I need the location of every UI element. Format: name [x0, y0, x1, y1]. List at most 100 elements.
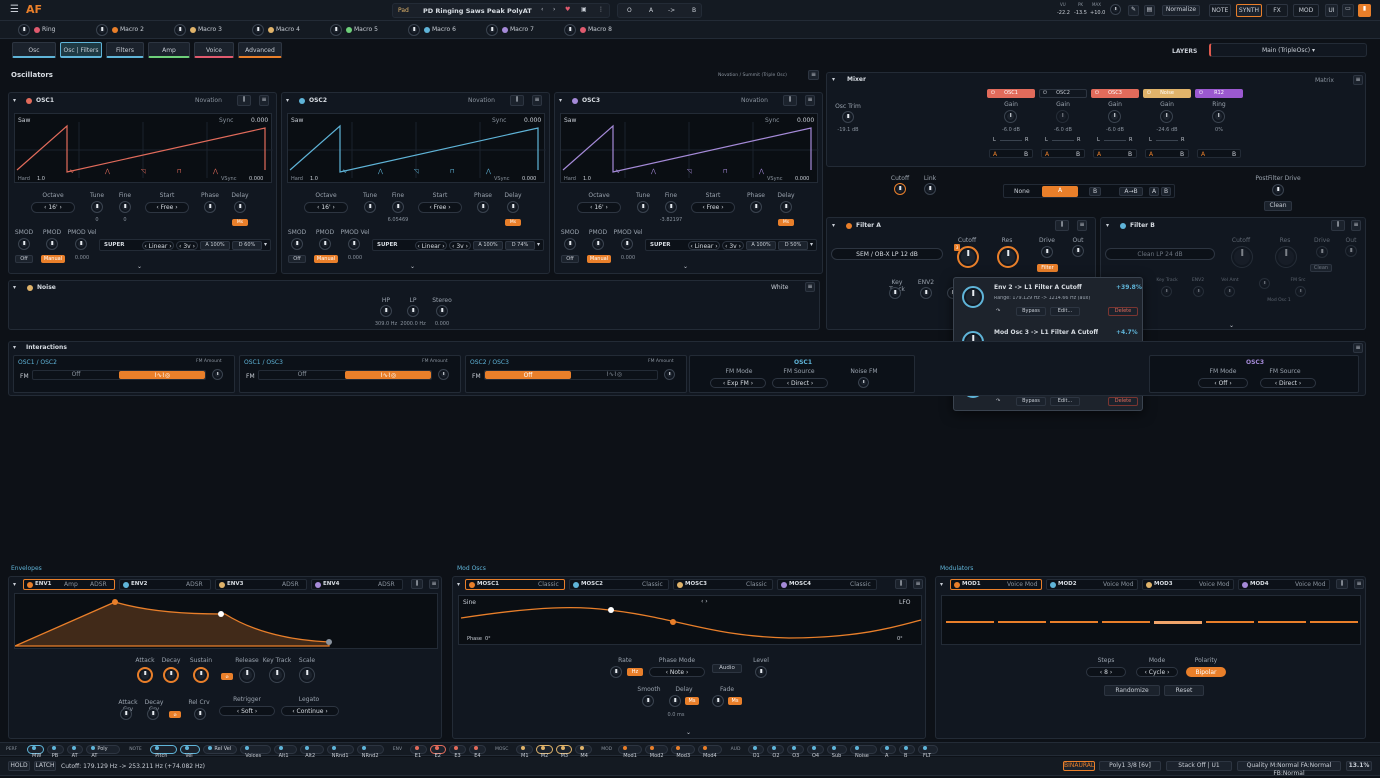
macro-label[interactable]: Macro 6	[432, 26, 456, 33]
power-icon[interactable]: ⏻	[1199, 90, 1203, 98]
power-icon[interactable]: ⏻	[1043, 90, 1047, 98]
osc-super-amount[interactable]: A 100%	[473, 241, 503, 250]
power-icon[interactable]: ⏻	[991, 90, 995, 98]
fm-amount-knob[interactable]	[438, 369, 449, 380]
macro-label[interactable]: Macro 8	[588, 26, 612, 33]
macro-knob[interactable]	[408, 24, 420, 36]
oscillators-menu-icon[interactable]: ≡	[808, 70, 819, 80]
mosc-tab[interactable]: MOSC4 Classic	[777, 579, 877, 590]
tab-amp[interactable]: Amp	[148, 42, 190, 58]
osc-shape-icon[interactable]: ◹	[141, 168, 146, 175]
filter-b-type[interactable]: Clean LP 24 dB	[1105, 248, 1215, 260]
env-attack-knob[interactable]	[137, 667, 153, 683]
env-sustain-toggle[interactable]: ⊘	[221, 673, 233, 680]
osc-shape-icon[interactable]: ⋀	[105, 168, 110, 175]
env-scale-knob[interactable]	[299, 667, 315, 683]
modbar-source-vel[interactable]: Vel	[180, 745, 201, 759]
macro-knob[interactable]	[18, 24, 30, 36]
note-button[interactable]: NOTE	[1209, 4, 1231, 17]
env-keytrack-knob[interactable]	[269, 667, 285, 683]
osc-pmod-manual[interactable]: Manual	[587, 255, 611, 263]
osc3-fm-mode[interactable]: ‹ Off ›	[1198, 378, 1248, 388]
master-volume-knob[interactable]	[1110, 4, 1121, 15]
modbar-source-m1[interactable]: M1	[516, 745, 533, 759]
osc-delay-ms[interactable]: Ms	[778, 219, 794, 226]
modbar-source-poly-at[interactable]: Poly AT	[86, 745, 121, 759]
osc-shape-icon[interactable]: ⊓	[177, 168, 182, 175]
fx-button[interactable]: FX	[1266, 4, 1288, 17]
menu-icon[interactable]: ☰	[10, 4, 19, 15]
macro-knob[interactable]	[174, 24, 186, 36]
modbar-source-mod4[interactable]: Mod4	[698, 745, 722, 759]
osc-fine-knob[interactable]	[392, 201, 404, 213]
osc-expand-icon[interactable]: ⌄	[683, 263, 688, 270]
postfilter-clean[interactable]: Clean	[1264, 201, 1292, 211]
osc-expand-icon[interactable]: ⌄	[410, 263, 415, 270]
mixer-gain-knob[interactable]	[1004, 110, 1017, 123]
mod-reset-button[interactable]: Reset	[1164, 685, 1204, 696]
next-preset-icon[interactable]: ›	[553, 6, 555, 13]
mixer-channel-header[interactable]: ⏻ Noise	[1143, 89, 1191, 98]
fm-amount-knob[interactable]	[664, 369, 675, 380]
mod-step[interactable]	[1310, 621, 1358, 623]
quality-status[interactable]: Quality M:Normal FA:Normal FB:Normal	[1237, 761, 1341, 777]
fm-toggle[interactable]: Off ⌇∿⌇◎	[258, 370, 432, 380]
osc-collapse-icon[interactable]: ▾	[13, 97, 16, 104]
tab-voice[interactable]: Voice	[194, 42, 234, 58]
filter-a-out-knob[interactable]	[1072, 245, 1084, 257]
osc-mode[interactable]: Novation	[468, 97, 495, 104]
modbar-source-pb[interactable]: PB	[46, 745, 64, 759]
osc3-fm-source[interactable]: ‹ Direct ›	[1260, 378, 1316, 388]
osc-collapse-icon[interactable]: ▾	[286, 97, 289, 104]
noise-menu-icon[interactable]: ≡	[805, 282, 815, 292]
zoom-level[interactable]: 13.1%	[1346, 761, 1372, 771]
env-collapse-icon[interactable]: ▾	[13, 581, 16, 588]
latch-button[interactable]: LATCH	[34, 761, 56, 771]
mod-tab[interactable]: MOD1 Voice Mod	[950, 579, 1042, 590]
osc-super-detune[interactable]: D 74%	[505, 241, 535, 250]
fm-off-label[interactable]: Off	[33, 371, 119, 379]
macro-label[interactable]: Macro 4	[276, 26, 300, 33]
modbar-source-b[interactable]: B	[899, 745, 915, 759]
routing-cutoff-knob[interactable]	[894, 183, 906, 195]
modbar-source-mod1[interactable]: Mod1	[618, 745, 642, 759]
noise-stereo-knob[interactable]	[436, 305, 448, 317]
binaural-button[interactable]: BINAURAL	[1063, 761, 1095, 771]
ab-b[interactable]: B	[692, 7, 696, 14]
mod-amount-ring[interactable]	[962, 286, 984, 308]
osc-pmodvel-knob[interactable]	[621, 238, 633, 250]
filter-a-menu-icon[interactable]: ≡	[1077, 220, 1087, 231]
filter-a-env2-knob[interactable]	[920, 287, 932, 299]
osc-pmod-knob[interactable]	[592, 238, 604, 250]
env-rel-crv-knob[interactable]	[194, 708, 206, 720]
tab-osc-filters[interactable]: Osc | Filters	[60, 42, 102, 58]
osc-delay-knob[interactable]	[780, 201, 792, 213]
mosc-rate-knob[interactable]	[610, 666, 622, 678]
mod-edit-button[interactable]: Edit...	[1050, 307, 1080, 316]
osc-shape-icon[interactable]: ∿	[342, 168, 347, 175]
mod-step[interactable]	[1206, 621, 1254, 623]
fm-on-segment[interactable]: ⌇∿⌇◎	[345, 371, 431, 379]
modbar-source-sub[interactable]: Sub	[826, 745, 847, 759]
tab-filters[interactable]: Filters	[106, 42, 144, 58]
filter-b-knob-4[interactable]	[1259, 278, 1270, 289]
osc-trim-knob[interactable]	[842, 111, 854, 123]
mixer-pan-slider[interactable]	[1156, 140, 1178, 141]
modbar-source-rel-vel[interactable]: Rel Vel	[203, 745, 238, 754]
osc-mode[interactable]: Novation	[741, 97, 768, 104]
mod-polarity-button[interactable]: Bipolar	[1186, 667, 1226, 677]
filter-b-bars-icon[interactable]: ⫼	[1331, 220, 1345, 231]
macro-label[interactable]: Macro 7	[510, 26, 534, 33]
power-icon[interactable]: ⏻	[1147, 90, 1151, 98]
osc-phase-knob[interactable]	[204, 201, 216, 213]
macro-label[interactable]: Macro 3	[198, 26, 222, 33]
window-icon[interactable]: ▭	[1342, 4, 1354, 17]
osc-super-voices[interactable]: ‹ 3v ›	[449, 241, 471, 250]
osc-shape-icon[interactable]: ◹	[687, 168, 692, 175]
filter-b-env2-knob[interactable]	[1193, 286, 1204, 297]
mod-step[interactable]	[1258, 621, 1306, 623]
oscillators-engine[interactable]: Novation / Summit (Triple Osc)	[718, 73, 787, 78]
osc-bars-icon[interactable]: ⫼	[783, 95, 797, 106]
macro-knob[interactable]	[564, 24, 576, 36]
osc-smod-off[interactable]: Off	[15, 255, 33, 263]
